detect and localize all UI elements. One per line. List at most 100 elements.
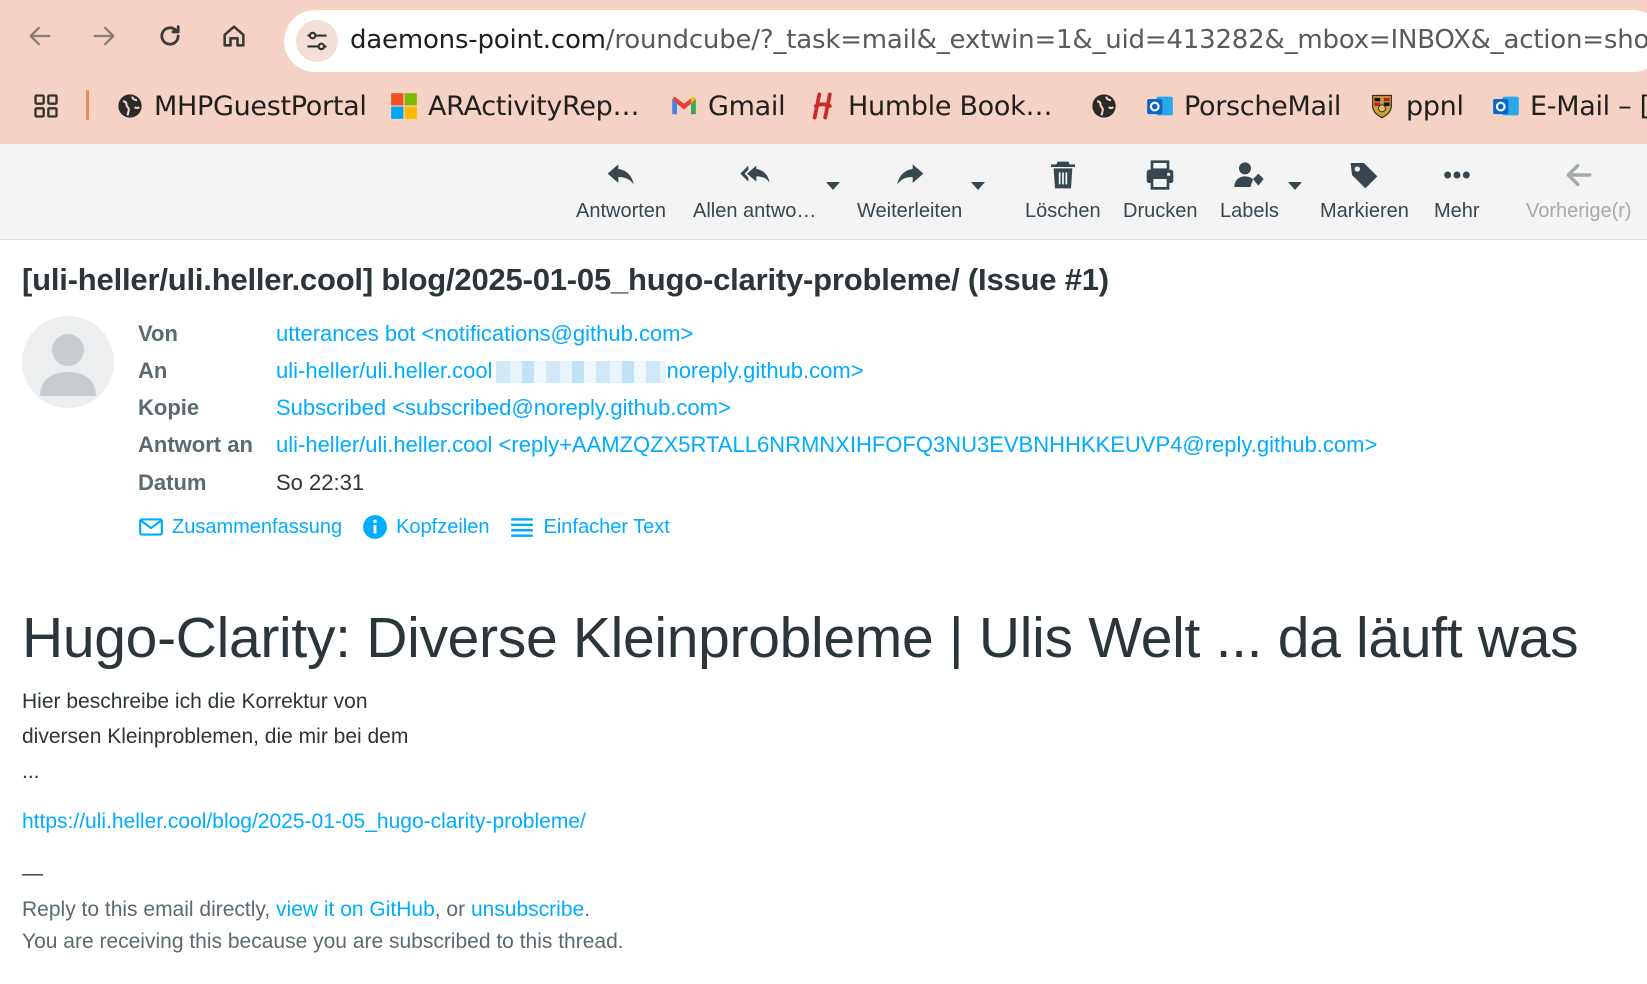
arrow-left-icon <box>29 26 51 46</box>
bookmark-globe[interactable] <box>1090 86 1128 126</box>
bookmark-porschemail[interactable]: PorscheMail <box>1146 86 1341 126</box>
bookmark-label: ARActivityRep… <box>428 90 640 122</box>
microsoft-icon <box>390 92 418 120</box>
bookmark-ppnl[interactable]: ppnl <box>1368 86 1464 126</box>
body-title: Hugo-Clarity: Diverse Kleinprobleme | Ul… <box>22 606 1579 670</box>
reply-label: Antworten <box>576 200 667 222</box>
browser-chrome: daemons-point.com/roundcube/?_task=mail&… <box>0 0 1647 144</box>
back-button[interactable] <box>18 14 62 58</box>
header-cc-label: Kopie <box>138 395 200 420</box>
unsubscribe-link[interactable]: unsubscribe <box>471 898 584 921</box>
envelope-icon <box>139 518 163 536</box>
summary-view-label: Zusammenfassung <box>172 515 343 538</box>
humble-icon <box>810 92 838 120</box>
footer-prefix: Reply to this email directly, <box>22 898 277 921</box>
header-to-tail: noreply.github.com> <box>666 358 864 383</box>
message-toolbar: Antworten Allen antwo… Weiterleiten Lösc… <box>0 144 1647 240</box>
bookmark-mhpguestportal[interactable]: MHPGuestPortal <box>116 86 367 126</box>
body-paragraph: Hier beschreibe ich die Korrektur von di… <box>22 690 409 783</box>
bookmark-aractivityrep[interactable]: ARActivityRep… <box>390 86 640 126</box>
plaintext-view-label: Einfacher Text <box>543 515 670 538</box>
blog-post-link[interactable]: https://uli.heller.cool/blog/2025-01-05_… <box>22 810 586 834</box>
tag-icon <box>1347 158 1381 192</box>
forward-button[interactable] <box>82 14 126 58</box>
labels-label: Labels <box>1220 200 1279 222</box>
reload-icon <box>160 25 180 46</box>
bookmark-label: PorscheMail <box>1184 90 1342 122</box>
reply-all-label: Allen antwo… <box>693 200 817 222</box>
bookmarks-separator <box>86 90 89 120</box>
tune-icon <box>307 31 327 51</box>
mark-button[interactable]: Markieren <box>1320 152 1409 232</box>
header-to-value[interactable]: uli-heller/uli.heller.cool noreply.github… <box>276 358 864 384</box>
bookmark-label: Humble Book… <box>848 90 1053 122</box>
bookmark-label: ppnl <box>1406 90 1464 122</box>
trash-icon <box>1046 158 1080 192</box>
footer-suffix: . <box>584 898 591 921</box>
more-dots-icon <box>1440 158 1474 192</box>
info-icon <box>363 515 387 539</box>
address-bar[interactable]: daemons-point.com/roundcube/?_task=mail&… <box>284 10 1647 72</box>
user-silhouette-icon <box>40 334 96 396</box>
headers-view-label: Kopfzeilen <box>396 515 490 538</box>
previous-button[interactable]: Vorherige(r) <box>1526 152 1632 232</box>
reload-button[interactable] <box>148 14 192 58</box>
arrow-right-icon <box>93 26 115 46</box>
user-tag-icon <box>1232 158 1266 192</box>
outlook-icon <box>1146 92 1174 120</box>
globe-icon <box>1090 92 1118 120</box>
reply-all-button[interactable]: Allen antwo… <box>693 152 816 232</box>
printer-icon <box>1143 158 1177 192</box>
gmail-icon <box>670 92 698 120</box>
header-replyto-value[interactable]: uli-heller/uli.heller.cool <reply+AAMZQZ… <box>276 432 1377 458</box>
forward-message-button[interactable]: Weiterleiten <box>857 152 962 232</box>
globe-icon <box>116 92 144 120</box>
header-cc-value[interactable]: Subscribed <subscribed@noreply.github.co… <box>276 395 731 421</box>
view-on-github-link[interactable]: view it on GitHub <box>276 898 435 921</box>
reply-all-dropdown-icon[interactable] <box>826 182 840 190</box>
message-subject: [uli-heller/uli.heller.cool] blog/2025-0… <box>22 262 1109 297</box>
apps-grid-icon[interactable] <box>32 92 60 120</box>
footer-subscription-line: You are receiving this because you are s… <box>22 930 624 953</box>
porsche-crest-icon <box>1368 92 1396 120</box>
headers-view-link[interactable]: Kopfzeilen <box>362 514 489 540</box>
home-icon <box>223 25 245 47</box>
print-button[interactable]: Drucken <box>1123 152 1197 232</box>
bookmark-humble-book[interactable]: Humble Book… <box>810 86 1052 126</box>
header-replyto-label: Antwort an <box>138 432 253 457</box>
bookmark-label: Gmail <box>708 90 786 122</box>
header-from-value[interactable]: utterances bot <notifications@github.com… <box>276 321 693 347</box>
more-label: Mehr <box>1434 200 1480 222</box>
outlook-icon <box>1492 92 1520 120</box>
mark-label: Markieren <box>1320 200 1409 222</box>
url-path: /roundcube/?_task=mail&_extwin=1&_uid=41… <box>605 25 1647 55</box>
forward-label: Weiterleiten <box>857 200 963 222</box>
redacted-address <box>496 361 667 384</box>
header-from-label: Von <box>138 321 178 346</box>
url-host: daemons-point.com <box>350 25 606 55</box>
header-to-label: An <box>138 358 168 383</box>
labels-dropdown-icon[interactable] <box>1288 182 1302 190</box>
delete-label: Löschen <box>1025 200 1101 222</box>
summary-view-link[interactable]: Zusammenfassung <box>138 514 342 540</box>
footer-reply-line: Reply to this email directly, view it on… <box>22 898 590 922</box>
more-button[interactable]: Mehr <box>1434 152 1480 232</box>
header-date-value: So 22:31 <box>276 470 365 495</box>
site-info-button[interactable] <box>296 20 338 62</box>
bookmark-email[interactable]: E-Mail – [I <box>1492 86 1647 126</box>
labels-button[interactable]: Labels <box>1220 152 1279 232</box>
bookmark-gmail[interactable]: Gmail <box>670 86 786 126</box>
forward-dropdown-icon[interactable] <box>971 182 985 190</box>
home-button[interactable] <box>212 14 256 58</box>
reply-all-icon <box>738 158 772 192</box>
plaintext-view-link[interactable]: Einfacher Text <box>509 514 670 540</box>
bookmarks-bar: MHPGuestPortal ARActivityRep… Gmail Humb… <box>0 86 1647 126</box>
text-lines-icon <box>511 518 534 537</box>
header-view-links: Zusammenfassung Kopfzeilen Einfacher Tex… <box>138 512 690 542</box>
previous-label: Vorherige(r) <box>1526 200 1632 222</box>
url-text[interactable]: daemons-point.com/roundcube/?_task=mail&… <box>350 25 1647 55</box>
bookmark-label: E-Mail – [I <box>1530 90 1647 122</box>
reply-button[interactable]: Antworten <box>576 152 666 232</box>
print-label: Drucken <box>1123 200 1198 222</box>
delete-button[interactable]: Löschen <box>1025 152 1101 232</box>
